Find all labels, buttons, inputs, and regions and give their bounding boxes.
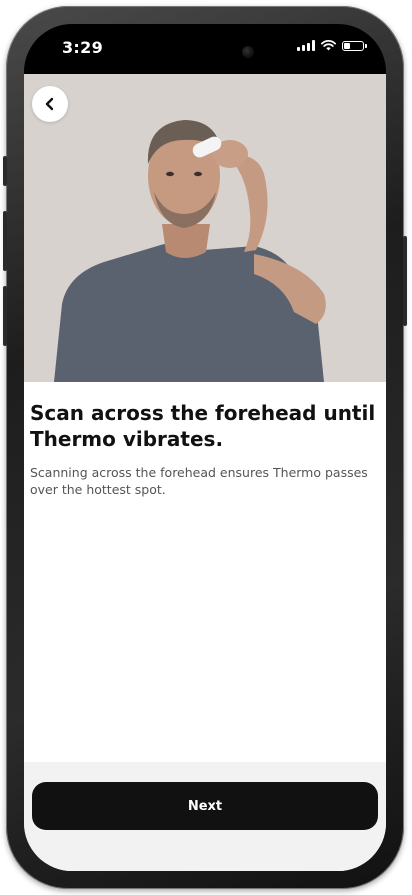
battery-icon — [342, 40, 367, 51]
volume-up-button — [3, 211, 7, 271]
volume-down-button — [3, 286, 7, 346]
phone-screen: 3:29 Scan across the forehead until Ther… — [24, 24, 386, 871]
power-button — [403, 236, 407, 326]
action-button — [3, 156, 7, 186]
next-button[interactable]: Next — [32, 782, 378, 830]
status-time: 3:29 — [62, 38, 103, 57]
dynamic-island — [152, 36, 268, 68]
status-icons — [297, 40, 367, 51]
back-button[interactable] — [32, 86, 68, 122]
app-content: Scan across the forehead until Thermo vi… — [24, 74, 386, 871]
status-bar: 3:29 — [24, 24, 386, 74]
cellular-signal-icon — [297, 40, 315, 51]
wifi-icon — [321, 40, 336, 51]
phone-frame: 3:29 Scan across the forehead until Ther… — [3, 6, 407, 889]
next-button-label: Next — [187, 798, 223, 814]
footer: Next — [24, 762, 386, 871]
instruction-description: Scanning across the forehead ensures The… — [30, 465, 368, 497]
instruction-section: Scan across the forehead until Thermo vi… — [24, 382, 386, 762]
hero-image — [24, 74, 386, 382]
instruction-title: Scan across the forehead until Thermo vi… — [30, 401, 376, 451]
front-camera-icon — [242, 46, 254, 58]
chevron-left-icon — [45, 97, 54, 111]
person-scanning-forehead-photo — [24, 74, 386, 382]
